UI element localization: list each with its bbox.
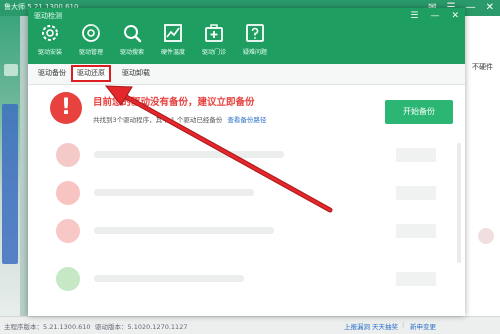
menu-icon[interactable]: ☰: [410, 11, 418, 21]
row-action-button[interactable]: [396, 272, 436, 286]
tab-driver-backup[interactable]: 驱动备份: [34, 67, 70, 80]
help-icon: [246, 24, 264, 42]
lottery-link[interactable]: 天天抽奖: [372, 321, 398, 331]
background-sidebar: [0, 16, 20, 316]
disc-icon: [82, 24, 100, 42]
background-right-panel: [465, 16, 500, 316]
driver-placeholder: [94, 189, 254, 196]
minimize-icon[interactable]: —: [430, 11, 439, 21]
status-divider: |: [402, 321, 405, 329]
toolbar-label: 驱动安装: [37, 49, 62, 56]
report-bug-link[interactable]: 上报漏洞: [344, 321, 370, 331]
close-icon[interactable]: ✕: [486, 1, 494, 15]
toolbar-label: 驱动搜索: [119, 49, 144, 56]
background-badge-icon: [478, 228, 494, 244]
dialog-title: 驱动检测: [34, 12, 62, 20]
tab-driver-restore[interactable]: 驱动还原: [71, 65, 111, 82]
row-action-button[interactable]: [396, 186, 436, 200]
driver-icon: [56, 181, 80, 205]
toolbar-driver-manage[interactable]: 驱动管理: [71, 22, 111, 62]
warning-subtitle: 共找到3个驱动程序，其中 1 个驱动已经备份 查看备份路径: [93, 114, 266, 124]
view-backup-path-link[interactable]: 查看备份路径: [227, 116, 266, 124]
driver-placeholder: [94, 151, 284, 158]
news-link[interactable]: 新申变更: [410, 321, 436, 331]
dialog-header: 驱动检测 ☰ — ✕ 驱动安装 驱动管理 驱动搜索 硬件温度 驱动门诊 疑难问题: [28, 8, 465, 64]
driver-icon: [56, 267, 80, 291]
tab-driver-uninstall[interactable]: 驱动卸载: [118, 67, 154, 80]
toolbar-driver-install[interactable]: 驱动安装: [30, 22, 70, 62]
medical-kit-icon: [205, 24, 223, 42]
list-item[interactable]: [28, 139, 453, 171]
backup-panel: ! 目前您的驱动没有备份，建议立即备份 共找到3个驱动程序，其中 1 个驱动已经…: [28, 85, 465, 316]
background-right-text: 不硬件: [472, 63, 493, 71]
chart-icon: [164, 24, 182, 42]
warning-icon: !: [50, 92, 82, 124]
toolbar-label: 驱动管理: [78, 49, 103, 56]
gear-icon: [42, 25, 58, 41]
backup-summary: 共找到3个驱动程序，其中 1 个驱动已经备份: [93, 116, 223, 124]
list-item[interactable]: [28, 177, 453, 209]
main-version: 主程序版本：5.21.1300.610: [4, 323, 91, 331]
toolbar-label: 硬件温度: [160, 49, 185, 56]
scrollbar[interactable]: [457, 143, 461, 263]
search-icon: [124, 25, 142, 43]
close-icon[interactable]: ✕: [451, 11, 459, 21]
list-item[interactable]: [28, 263, 453, 295]
driver-icon: [56, 143, 80, 167]
driver-version: 驱动版本：5.1020.1270.1127: [95, 323, 188, 331]
row-action-button[interactable]: [396, 148, 436, 162]
sidebar-panel: [2, 104, 18, 264]
dialog-window-controls: ☰ — ✕: [410, 11, 459, 21]
list-item[interactable]: [28, 215, 453, 247]
toolbar-driver-clinic[interactable]: 驱动门诊: [194, 22, 234, 62]
row-action-button[interactable]: [396, 224, 436, 238]
start-backup-button[interactable]: 开始备份: [385, 100, 453, 124]
toolbar-hardware-temp[interactable]: 硬件温度: [153, 22, 193, 62]
tab-bar: 驱动备份 驱动还原 驱动卸载: [28, 64, 465, 85]
driver-dialog: 驱动检测 ☰ — ✕ 驱动安装 驱动管理 驱动搜索 硬件温度 驱动门诊 疑难问题…: [28, 8, 465, 316]
toolbar-driver-search[interactable]: 驱动搜索: [112, 22, 152, 62]
minimize-icon[interactable]: —: [466, 1, 476, 15]
toolbar-faq[interactable]: 疑难问题: [235, 22, 275, 62]
driver-placeholder: [94, 227, 274, 234]
sidebar-icon: [4, 64, 18, 76]
status-bar: 主程序版本：5.21.1300.610 驱动版本：5.1020.1270.112…: [0, 316, 500, 334]
warning-title: 目前您的驱动没有备份，建议立即备份: [93, 97, 255, 108]
driver-icon: [56, 219, 80, 243]
driver-placeholder: [94, 275, 244, 282]
toolbar-label: 疑难问题: [242, 49, 267, 56]
toolbar-label: 驱动门诊: [201, 49, 226, 56]
